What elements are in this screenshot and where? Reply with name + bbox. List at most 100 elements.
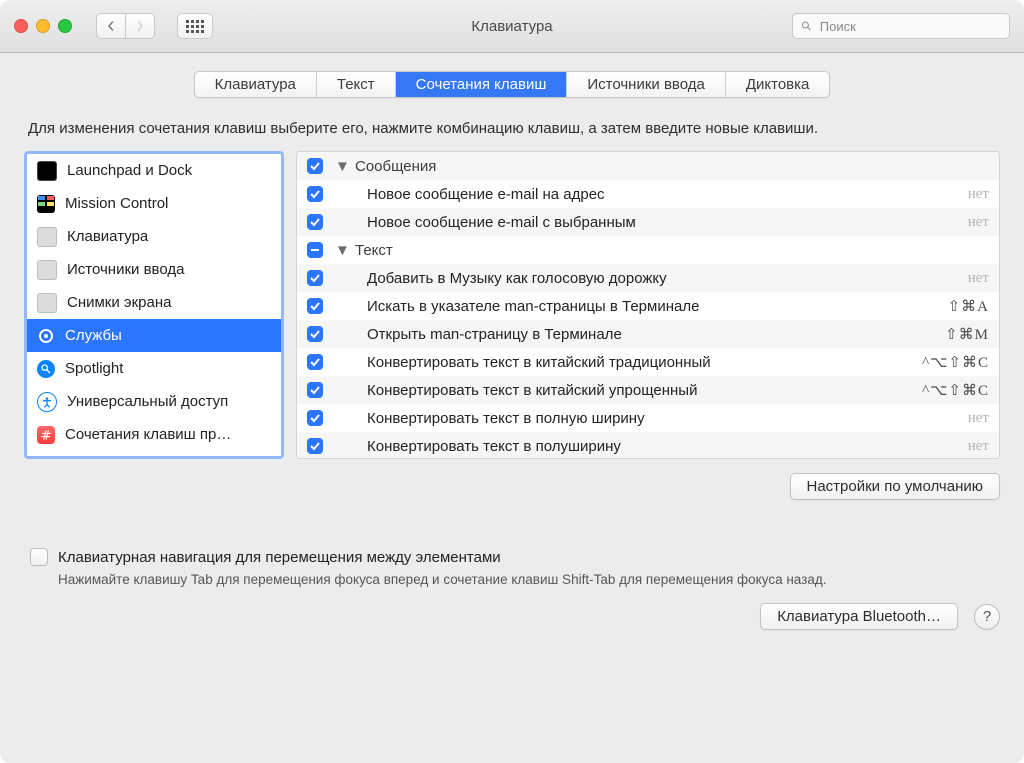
keyboard-icon [37,227,57,247]
table-row[interactable]: Конвертировать текст в полуширину нет [297,432,999,459]
preferences-window: Клавиатура Клавиатура Текст Сочетания кл… [0,0,1024,763]
minimize-icon[interactable] [36,19,50,33]
shortcut-value[interactable]: ⇧⌘M [935,325,989,344]
tab-label: Диктовка [746,76,810,93]
table-row[interactable]: Новое сообщение e-mail на адрес нет [297,180,999,208]
table-row[interactable]: Новое сообщение e-mail с выбранным нет [297,208,999,236]
tab-label: Источники ввода [587,76,704,93]
shortcut-value[interactable]: ⇧⌘A [938,297,989,316]
row-label: Новое сообщение e-mail с выбранным [367,214,958,231]
checkbox[interactable] [307,298,323,314]
fn-keys-icon: fn [37,459,55,460]
sidebar-item-launchpad[interactable]: Launchpad и Dock [27,154,281,187]
shortcut-value[interactable]: нет [958,438,989,455]
show-all-button[interactable] [177,13,213,39]
sidebar-item-label: Spotlight [65,360,123,377]
keyboard-nav-checkbox[interactable] [30,548,48,566]
category-sidebar[interactable]: Launchpad и Dock Mission Control Клавиат… [24,151,284,459]
help-button[interactable]: ? [974,604,1000,630]
sidebar-item-app-shortcuts[interactable]: Сочетания клавиш пр… [27,418,281,451]
keyboard-nav-description: Нажимайте клавишу Tab для перемещения фо… [58,572,994,587]
shortcut-value[interactable]: нет [958,270,989,287]
defaults-row: Настройки по умолчанию [24,473,1000,500]
table-group-row[interactable]: ▼ Сообщения [297,152,999,180]
shortcuts-table[interactable]: ▼ Сообщения Новое сообщение e-mail на ад… [296,151,1000,459]
tab-text[interactable]: Текст [317,72,396,97]
help-icon: ? [983,608,991,625]
sidebar-item-label: Источники ввода [67,261,184,278]
services-icon [37,327,55,345]
sidebar-item-label: Сочетания клавиш пр… [65,426,231,443]
row-label: Конвертировать текст в полуширину [367,438,958,455]
split-view: Launchpad и Dock Mission Control Клавиат… [24,151,1000,459]
search-field[interactable] [792,13,1010,39]
content-body: Для изменения сочетания клавиш выберите … [0,98,1024,603]
checkbox[interactable] [307,354,323,370]
sidebar-item-services[interactable]: Службы [27,319,281,352]
checkbox[interactable] [307,270,323,286]
checkbox[interactable] [307,326,323,342]
tab-label: Текст [337,76,375,93]
tab-keyboard[interactable]: Клавиатура [195,72,317,97]
shortcut-value[interactable]: нет [958,214,989,231]
accessibility-icon [37,392,57,412]
sidebar-item-label: Mission Control [65,195,168,212]
grid-icon [186,20,204,33]
sidebar-item-accessibility[interactable]: Универсальный доступ [27,385,281,418]
shortcut-value[interactable]: ^⌥⇧⌘C [912,381,989,400]
window-controls [14,19,72,33]
forward-button[interactable] [126,13,155,39]
tab-input-sources[interactable]: Источники ввода [567,72,725,97]
table-row[interactable]: Конвертировать текст в полную ширину нет [297,404,999,432]
keyboard-nav-section: Клавиатурная навигация для перемещения м… [30,548,994,587]
table-row[interactable]: Конвертировать текст в китайский упрощен… [297,376,999,404]
checkbox[interactable] [307,410,323,426]
shortcut-value[interactable]: нет [958,186,989,203]
tab-dictation[interactable]: Диктовка [726,72,830,97]
row-label: Открыть man-страницу в Терминале [367,326,935,343]
disclosure-icon[interactable]: ▼ [335,242,349,259]
checkbox[interactable] [307,186,323,202]
search-icon [801,20,812,32]
close-icon[interactable] [14,19,28,33]
tab-label: Сочетания клавиш [416,76,547,93]
footer: Клавиатура Bluetooth… ? [0,603,1024,648]
table-group-row[interactable]: ▼ Текст [297,236,999,264]
sidebar-item-input-sources[interactable]: Источники ввода [27,253,281,286]
shortcut-value[interactable]: нет [958,410,989,427]
sidebar-item-label: Снимки экрана [67,294,171,311]
sidebar-item-fn-keys[interactable]: fn Функциональные кла… [27,451,281,459]
row-label: Конвертировать текст в полную ширину [367,410,958,427]
table-row[interactable]: Открыть man-страницу в Терминале ⇧⌘M [297,320,999,348]
checkbox[interactable] [307,438,323,454]
checkbox[interactable] [307,382,323,398]
sidebar-item-mission-control[interactable]: Mission Control [27,187,281,220]
tab-label: Клавиатура [215,76,296,93]
shortcut-value[interactable]: ^⌥⇧⌘C [912,353,989,372]
row-label: Конвертировать текст в китайский упрощен… [367,382,912,399]
disclosure-icon[interactable]: ▼ [335,158,349,175]
checkbox-mixed[interactable] [307,242,323,258]
table-row[interactable]: Искать в указателе man-страницы в Термин… [297,292,999,320]
table-row[interactable]: Конвертировать текст в китайский традици… [297,348,999,376]
sidebar-item-spotlight[interactable]: Spotlight [27,352,281,385]
table-row[interactable]: Добавить в Музыку как голосовую дорожку … [297,264,999,292]
row-label: Новое сообщение e-mail на адрес [367,186,958,203]
row-label: Добавить в Музыку как голосовую дорожку [367,270,958,287]
row-label: Искать в указателе man-страницы в Термин… [367,298,938,315]
input-sources-icon [37,260,57,280]
tab-shortcuts[interactable]: Сочетания клавиш [396,72,568,97]
sidebar-item-screenshots[interactable]: Снимки экрана [27,286,281,319]
bluetooth-keyboard-button[interactable]: Клавиатура Bluetooth… [760,603,958,630]
sidebar-item-keyboard[interactable]: Клавиатура [27,220,281,253]
back-button[interactable] [96,13,126,39]
screenshots-icon [37,293,57,313]
mission-control-icon [37,195,55,213]
checkbox[interactable] [307,214,323,230]
button-label: Клавиатура Bluetooth… [777,608,941,625]
search-input[interactable] [818,18,1001,35]
titlebar: Клавиатура [0,0,1024,53]
restore-defaults-button[interactable]: Настройки по умолчанию [790,473,1001,500]
checkbox[interactable] [307,158,323,174]
zoom-icon[interactable] [58,19,72,33]
